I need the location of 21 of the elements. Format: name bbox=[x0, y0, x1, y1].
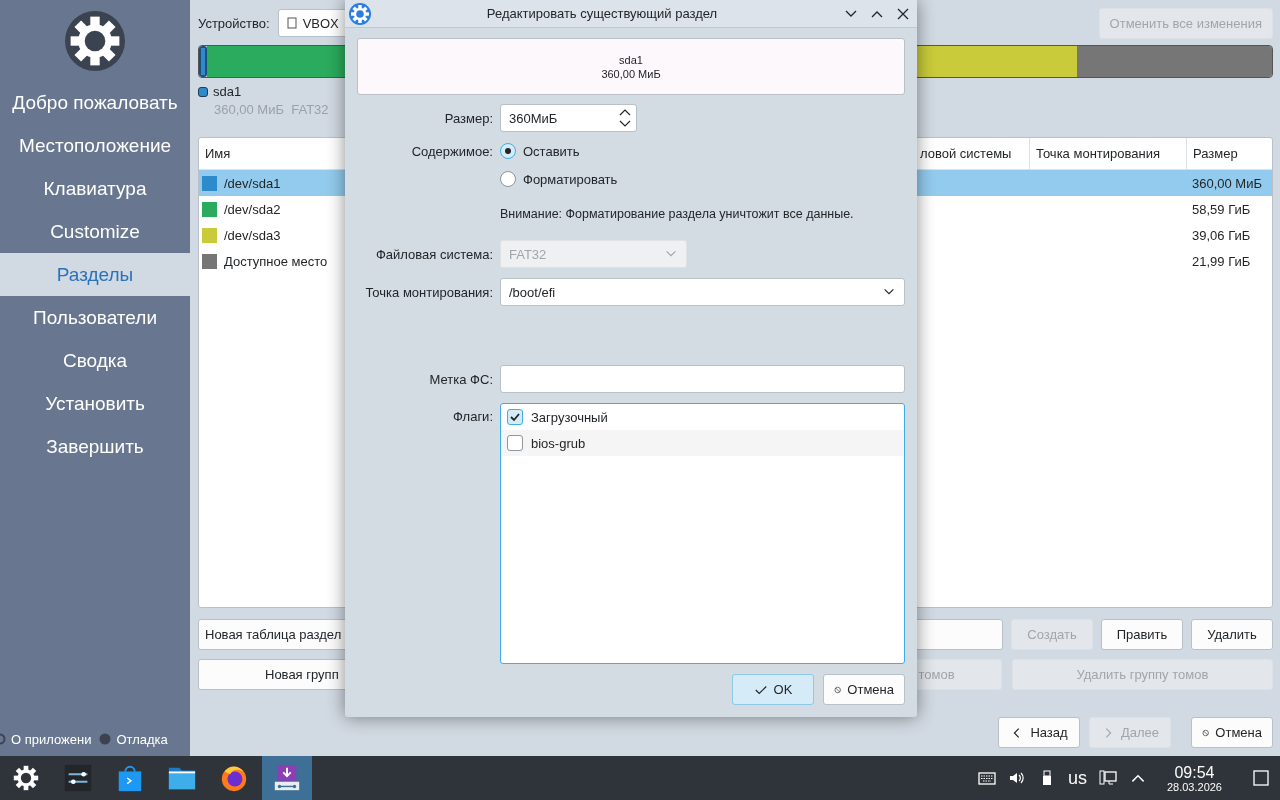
field-label: Размер: bbox=[443, 110, 493, 126]
device-label: Устройство: bbox=[198, 15, 270, 31]
field-label: Флаги: bbox=[452, 408, 493, 424]
table-cell-text: 58,59 ГиБ bbox=[1191, 201, 1252, 217]
field-label: Метка ФС: bbox=[428, 371, 493, 387]
field-label: Файловая система: bbox=[374, 246, 493, 262]
table-cell: /dev/sda3 bbox=[224, 227, 281, 243]
preview-size: 360,00 МиБ bbox=[601, 67, 661, 80]
window-title: Редактировать существующий раздел bbox=[485, 6, 719, 21]
field-label: Точка монтирования: bbox=[364, 284, 493, 300]
legend-name: sda1 bbox=[213, 84, 242, 99]
table-cell-text: 21,99 ГиБ bbox=[1191, 253, 1252, 269]
table-cell: /dev/sda2 bbox=[224, 201, 281, 217]
table-cell-text: 39,06 ГиБ bbox=[1191, 227, 1252, 243]
table-cell: Доступное место bbox=[224, 253, 328, 269]
preview-name: sda1 bbox=[619, 53, 643, 66]
table-cell: /dev/sda1 bbox=[224, 175, 281, 191]
field-label: Содержимое: bbox=[410, 143, 493, 159]
legend-details: 360,00 МиБ FAT32 bbox=[214, 102, 330, 117]
table-cell-text: 360,00 МиБ bbox=[1191, 175, 1263, 191]
warning-text: Внимание: Форматирование раздела уничтожит все данные. bbox=[500, 207, 855, 221]
